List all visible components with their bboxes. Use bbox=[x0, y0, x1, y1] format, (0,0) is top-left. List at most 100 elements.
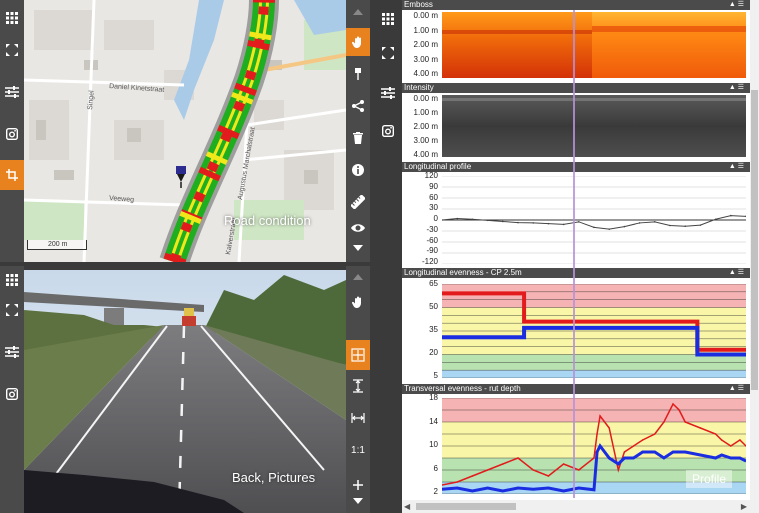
axis-tick-label: 2 bbox=[433, 487, 438, 496]
data-point bbox=[596, 433, 598, 435]
data-point bbox=[672, 403, 674, 405]
share-icon[interactable] bbox=[346, 92, 370, 120]
axis-tick-label: 18 bbox=[429, 393, 438, 402]
data-point bbox=[699, 224, 702, 226]
axis-tick-label: 4.00 m bbox=[413, 69, 438, 78]
axis-tick-label: 5 bbox=[433, 371, 438, 380]
data-point bbox=[608, 457, 610, 459]
data-point bbox=[720, 454, 723, 456]
map-toolbar bbox=[346, 0, 370, 262]
pin-icon[interactable] bbox=[346, 60, 370, 88]
scroll-down-icon[interactable] bbox=[346, 238, 370, 258]
scroll-down-icon[interactable] bbox=[346, 492, 370, 510]
expand-icon[interactable] bbox=[374, 38, 402, 68]
expand-icon[interactable] bbox=[0, 296, 24, 324]
crop-icon[interactable] bbox=[0, 160, 24, 190]
data-point bbox=[593, 457, 595, 459]
one-to-one-button[interactable]: 1:1 bbox=[346, 436, 370, 464]
data-point bbox=[547, 222, 550, 225]
grid-icon[interactable] bbox=[0, 266, 24, 294]
horizontal-scrollbar[interactable]: ◀ ▶ bbox=[402, 500, 759, 513]
axis-tick-label: 0.00 m bbox=[413, 11, 438, 20]
street-label-singel: Singel bbox=[87, 90, 96, 110]
axis-tick-label: 2.00 m bbox=[413, 40, 438, 49]
data-point bbox=[617, 469, 620, 471]
axis-tick-label: 30 bbox=[429, 203, 438, 213]
axis-tick-label: -90 bbox=[426, 246, 438, 256]
axis-tick-label: 65 bbox=[429, 279, 438, 288]
band-poor bbox=[442, 284, 746, 308]
trash-icon[interactable] bbox=[346, 124, 370, 152]
move-icon[interactable] bbox=[346, 340, 370, 370]
add-icon[interactable] bbox=[346, 478, 370, 492]
axis-tick-label: 0 bbox=[433, 214, 438, 223]
panel-menu-icon[interactable]: ▲ ☰ bbox=[729, 268, 744, 278]
panel-menu-icon[interactable]: ▲ ☰ bbox=[729, 384, 744, 394]
data-point bbox=[654, 433, 656, 435]
data-point bbox=[562, 490, 565, 492]
grid-icon[interactable] bbox=[374, 4, 402, 34]
map-view[interactable]: Daniel Kinetstraat Singel Veeweg Augustu… bbox=[24, 0, 346, 262]
data-point bbox=[486, 487, 489, 489]
axis-tick-label: -60 bbox=[426, 235, 438, 245]
data-point bbox=[532, 488, 534, 490]
fit-width-icon[interactable] bbox=[346, 404, 370, 432]
axis-tick-label: 0.00 m bbox=[413, 94, 438, 103]
scroll-left-icon[interactable]: ◀ bbox=[404, 502, 410, 511]
profile-overlay-label: Profile bbox=[686, 470, 733, 488]
sliders-icon[interactable] bbox=[374, 78, 402, 108]
data-point bbox=[547, 475, 550, 477]
panel-menu-icon[interactable]: ▲ ☰ bbox=[729, 83, 744, 93]
eye-icon[interactable] bbox=[346, 218, 370, 238]
fit-height-icon[interactable] bbox=[346, 372, 370, 400]
data-point bbox=[699, 427, 702, 429]
data-point bbox=[623, 451, 626, 453]
camera-icon[interactable] bbox=[374, 116, 402, 146]
position-cursor[interactable] bbox=[573, 10, 575, 498]
camera-overlay-label: Back, Pictures bbox=[232, 470, 316, 485]
longitudinal-profile-title: Longitudinal profile bbox=[404, 162, 472, 171]
axis-tick-label: 14 bbox=[429, 416, 438, 426]
panel-menu-icon[interactable]: ▲ ☰ bbox=[729, 0, 744, 10]
longitudinal-evenness-title-bar: Longitudinal evenness - CP 2.5m ▲ ☰ bbox=[402, 268, 750, 278]
panel-menu-icon[interactable]: ▲ ☰ bbox=[729, 162, 744, 172]
data-point bbox=[599, 445, 601, 447]
data-point bbox=[593, 226, 595, 229]
axis-tick-label: 20 bbox=[429, 348, 438, 357]
data-point bbox=[699, 454, 702, 456]
scroll-up-icon[interactable] bbox=[346, 2, 370, 22]
ruler-icon[interactable] bbox=[346, 188, 370, 216]
camera-icon[interactable] bbox=[0, 120, 24, 148]
expand-icon[interactable] bbox=[0, 36, 24, 64]
location-pin-icon[interactable] bbox=[176, 166, 186, 188]
sliders-icon[interactable] bbox=[0, 338, 24, 366]
data-point bbox=[599, 415, 601, 417]
info-icon[interactable] bbox=[346, 156, 370, 184]
hand-icon[interactable] bbox=[346, 28, 370, 56]
data-point bbox=[714, 218, 717, 221]
data-point bbox=[663, 457, 665, 459]
data-point bbox=[654, 221, 656, 223]
data-point bbox=[678, 409, 680, 411]
longitudinal-evenness-chart: 65 50 35 20 5 bbox=[402, 278, 750, 380]
data-point bbox=[684, 421, 686, 423]
camera-view[interactable]: Back, Pictures bbox=[24, 270, 346, 513]
data-point bbox=[486, 219, 489, 222]
grid-icon[interactable] bbox=[0, 4, 24, 32]
scroll-up-icon[interactable] bbox=[346, 268, 370, 286]
hand-icon[interactable] bbox=[346, 288, 370, 316]
data-point bbox=[684, 451, 686, 453]
data-point bbox=[684, 225, 686, 228]
data-point bbox=[730, 445, 732, 447]
vertical-scrollbar[interactable] bbox=[750, 0, 759, 500]
emboss-chart: 0.00 m 1.00 m 2.00 m 3.00 m 4.00 m bbox=[402, 10, 750, 80]
axis-tick-label: 3.00 m bbox=[413, 136, 438, 145]
data-point bbox=[502, 463, 504, 465]
data-point bbox=[562, 463, 565, 465]
scroll-right-icon[interactable]: ▶ bbox=[741, 502, 747, 511]
axis-tick-label: 10 bbox=[429, 440, 438, 449]
camera-icon[interactable] bbox=[0, 380, 24, 408]
data-point bbox=[471, 490, 474, 492]
data-point bbox=[730, 457, 732, 459]
sliders-icon[interactable] bbox=[0, 78, 24, 106]
